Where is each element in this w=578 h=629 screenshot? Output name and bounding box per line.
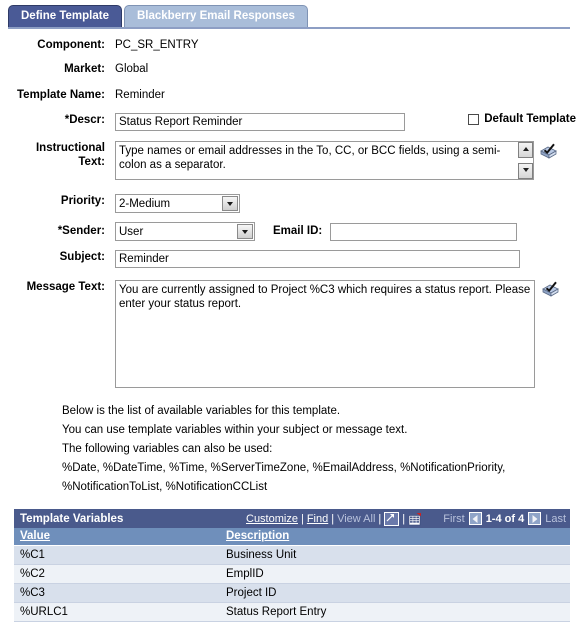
instructional-text-input[interactable] [115,141,534,180]
priority-label: Priority: [60,195,105,207]
find-link[interactable]: Find [307,513,328,525]
toolbar-separator-3: | [378,512,382,525]
toolbar-separator-2: | [331,512,335,525]
template-name-label: Template Name: [17,89,105,101]
sender-label: *Sender: [57,225,105,237]
cell-description: Business Unit [220,545,570,565]
row-descr: *Descr: Default Template [0,113,578,131]
grid-title: Template Variables [20,512,124,525]
first-label[interactable]: First [443,513,464,525]
scroll-up-icon[interactable] [518,142,533,158]
cell-description: Status Report Entry [220,602,570,622]
template-variables-grid: Template Variables Customize | Find | Vi… [14,509,570,622]
grid-toolbar: Customize | Find | View All | | [246,511,422,526]
row-subject: Subject: [0,250,578,268]
cell-description: Project ID [220,583,570,603]
next-page-icon[interactable] [528,512,542,525]
component-label: Component: [37,39,105,51]
row-message-text: Message Text: [0,280,578,388]
column-header-description-label: Description [226,530,290,543]
tab-define-template[interactable]: Define Template [8,5,122,27]
instructional-text-wrap [115,141,534,183]
row-market: Market: Global [0,62,578,77]
table-row: %C2 EmplID [14,564,570,584]
priority-value: 2-Medium [119,197,171,210]
instructional-text-label: Instructional Text: [0,141,115,169]
market-value: Global [115,63,149,75]
customize-link[interactable]: Customize [246,513,298,525]
row-priority: Priority: 2-Medium [0,194,578,213]
row-count-label: 1-4 of 4 [485,512,525,525]
priority-select[interactable]: 2-Medium [115,194,240,213]
table-row: %C3 Project ID [14,583,570,603]
cell-value: %URLC1 [14,602,220,622]
column-header-value[interactable]: Value [14,528,220,546]
table-row: %C1 Business Unit [14,545,570,565]
help-line-1: Below is the list of available variables… [62,405,341,417]
descr-label: *Descr: [64,114,105,126]
cell-value: %C1 [14,545,220,565]
sender-value: User [119,225,144,238]
toolbar-separator-4: | [402,512,406,525]
table-header-row: Value Description [14,528,570,546]
cell-description: EmplID [220,564,570,584]
row-sender: *Sender: User Email ID: [0,222,578,241]
row-component: Component: PC_SR_ENTRY [0,38,578,53]
email-id-input[interactable] [330,222,518,241]
market-label: Market: [64,63,105,75]
instructional-text-label-line2: Text: [78,156,105,168]
default-template-label: Default Template [484,113,576,125]
instructional-text-scrollbar[interactable] [518,142,533,179]
cell-value: %C2 [14,564,220,584]
grid-title-bar: Template Variables Customize | Find | Vi… [14,509,570,528]
chevron-down-icon-sender[interactable] [237,224,253,239]
template-name-value: Reminder [115,89,165,101]
tab-define-template-label: Define Template [21,10,109,22]
tab-blackberry-email-responses-label: Blackberry Email Responses [136,10,295,22]
template-form: Component: PC_SR_ENTRY Market: Global Te… [0,28,578,388]
template-variables-table: Value Description %C1 Business Unit %C2 … [14,528,570,622]
column-header-description[interactable]: Description [220,528,570,546]
tab-blackberry-email-responses[interactable]: Blackberry Email Responses [123,5,308,27]
chevron-down-icon-priority[interactable] [222,196,238,211]
last-label[interactable]: Last [545,513,566,525]
column-header-value-label: Value [20,530,51,543]
row-instructional-text: Instructional Text: [0,141,578,183]
help-line-5: %NotificationToList, %NotificationCCList [62,481,268,493]
component-value: PC_SR_ENTRY [115,39,199,51]
default-template-group: Default Template [468,113,576,125]
subject-label: Subject: [59,251,105,263]
spellcheck-icon-message[interactable] [541,280,560,297]
download-to-spreadsheet-icon[interactable] [408,512,422,525]
view-all-link[interactable]: View All [337,513,375,525]
variables-help-text: Below is the list of available variables… [62,402,578,497]
help-line-2: You can use template variables within yo… [62,424,408,436]
help-line-3: The following variables can also be used… [62,443,273,455]
table-row: %URLC1 Status Report Entry [14,602,570,622]
spellcheck-icon-instructional[interactable] [539,142,558,159]
scroll-down-icon[interactable] [518,163,533,179]
message-text-input[interactable] [115,280,535,388]
email-id-label: Email ID: [273,225,323,237]
tab-strip: Define Template Blackberry Email Respons… [0,0,578,29]
instructional-text-label-line1: Instructional [35,142,105,154]
grid-pagination: First 1-4 of 4 Last [443,512,566,525]
default-template-checkbox[interactable] [468,113,480,125]
row-template-name: Template Name: Reminder [0,88,578,103]
descr-input[interactable] [115,113,405,131]
help-line-4: %Date, %DateTime, %Time, %ServerTimeZone… [62,462,506,474]
previous-page-icon[interactable] [468,512,482,525]
message-text-label: Message Text: [26,281,105,293]
cell-value: %C3 [14,583,220,603]
expand-icon[interactable] [384,511,400,526]
subject-input[interactable] [115,250,520,268]
toolbar-separator-1: | [300,512,304,525]
sender-select[interactable]: User [115,222,255,241]
